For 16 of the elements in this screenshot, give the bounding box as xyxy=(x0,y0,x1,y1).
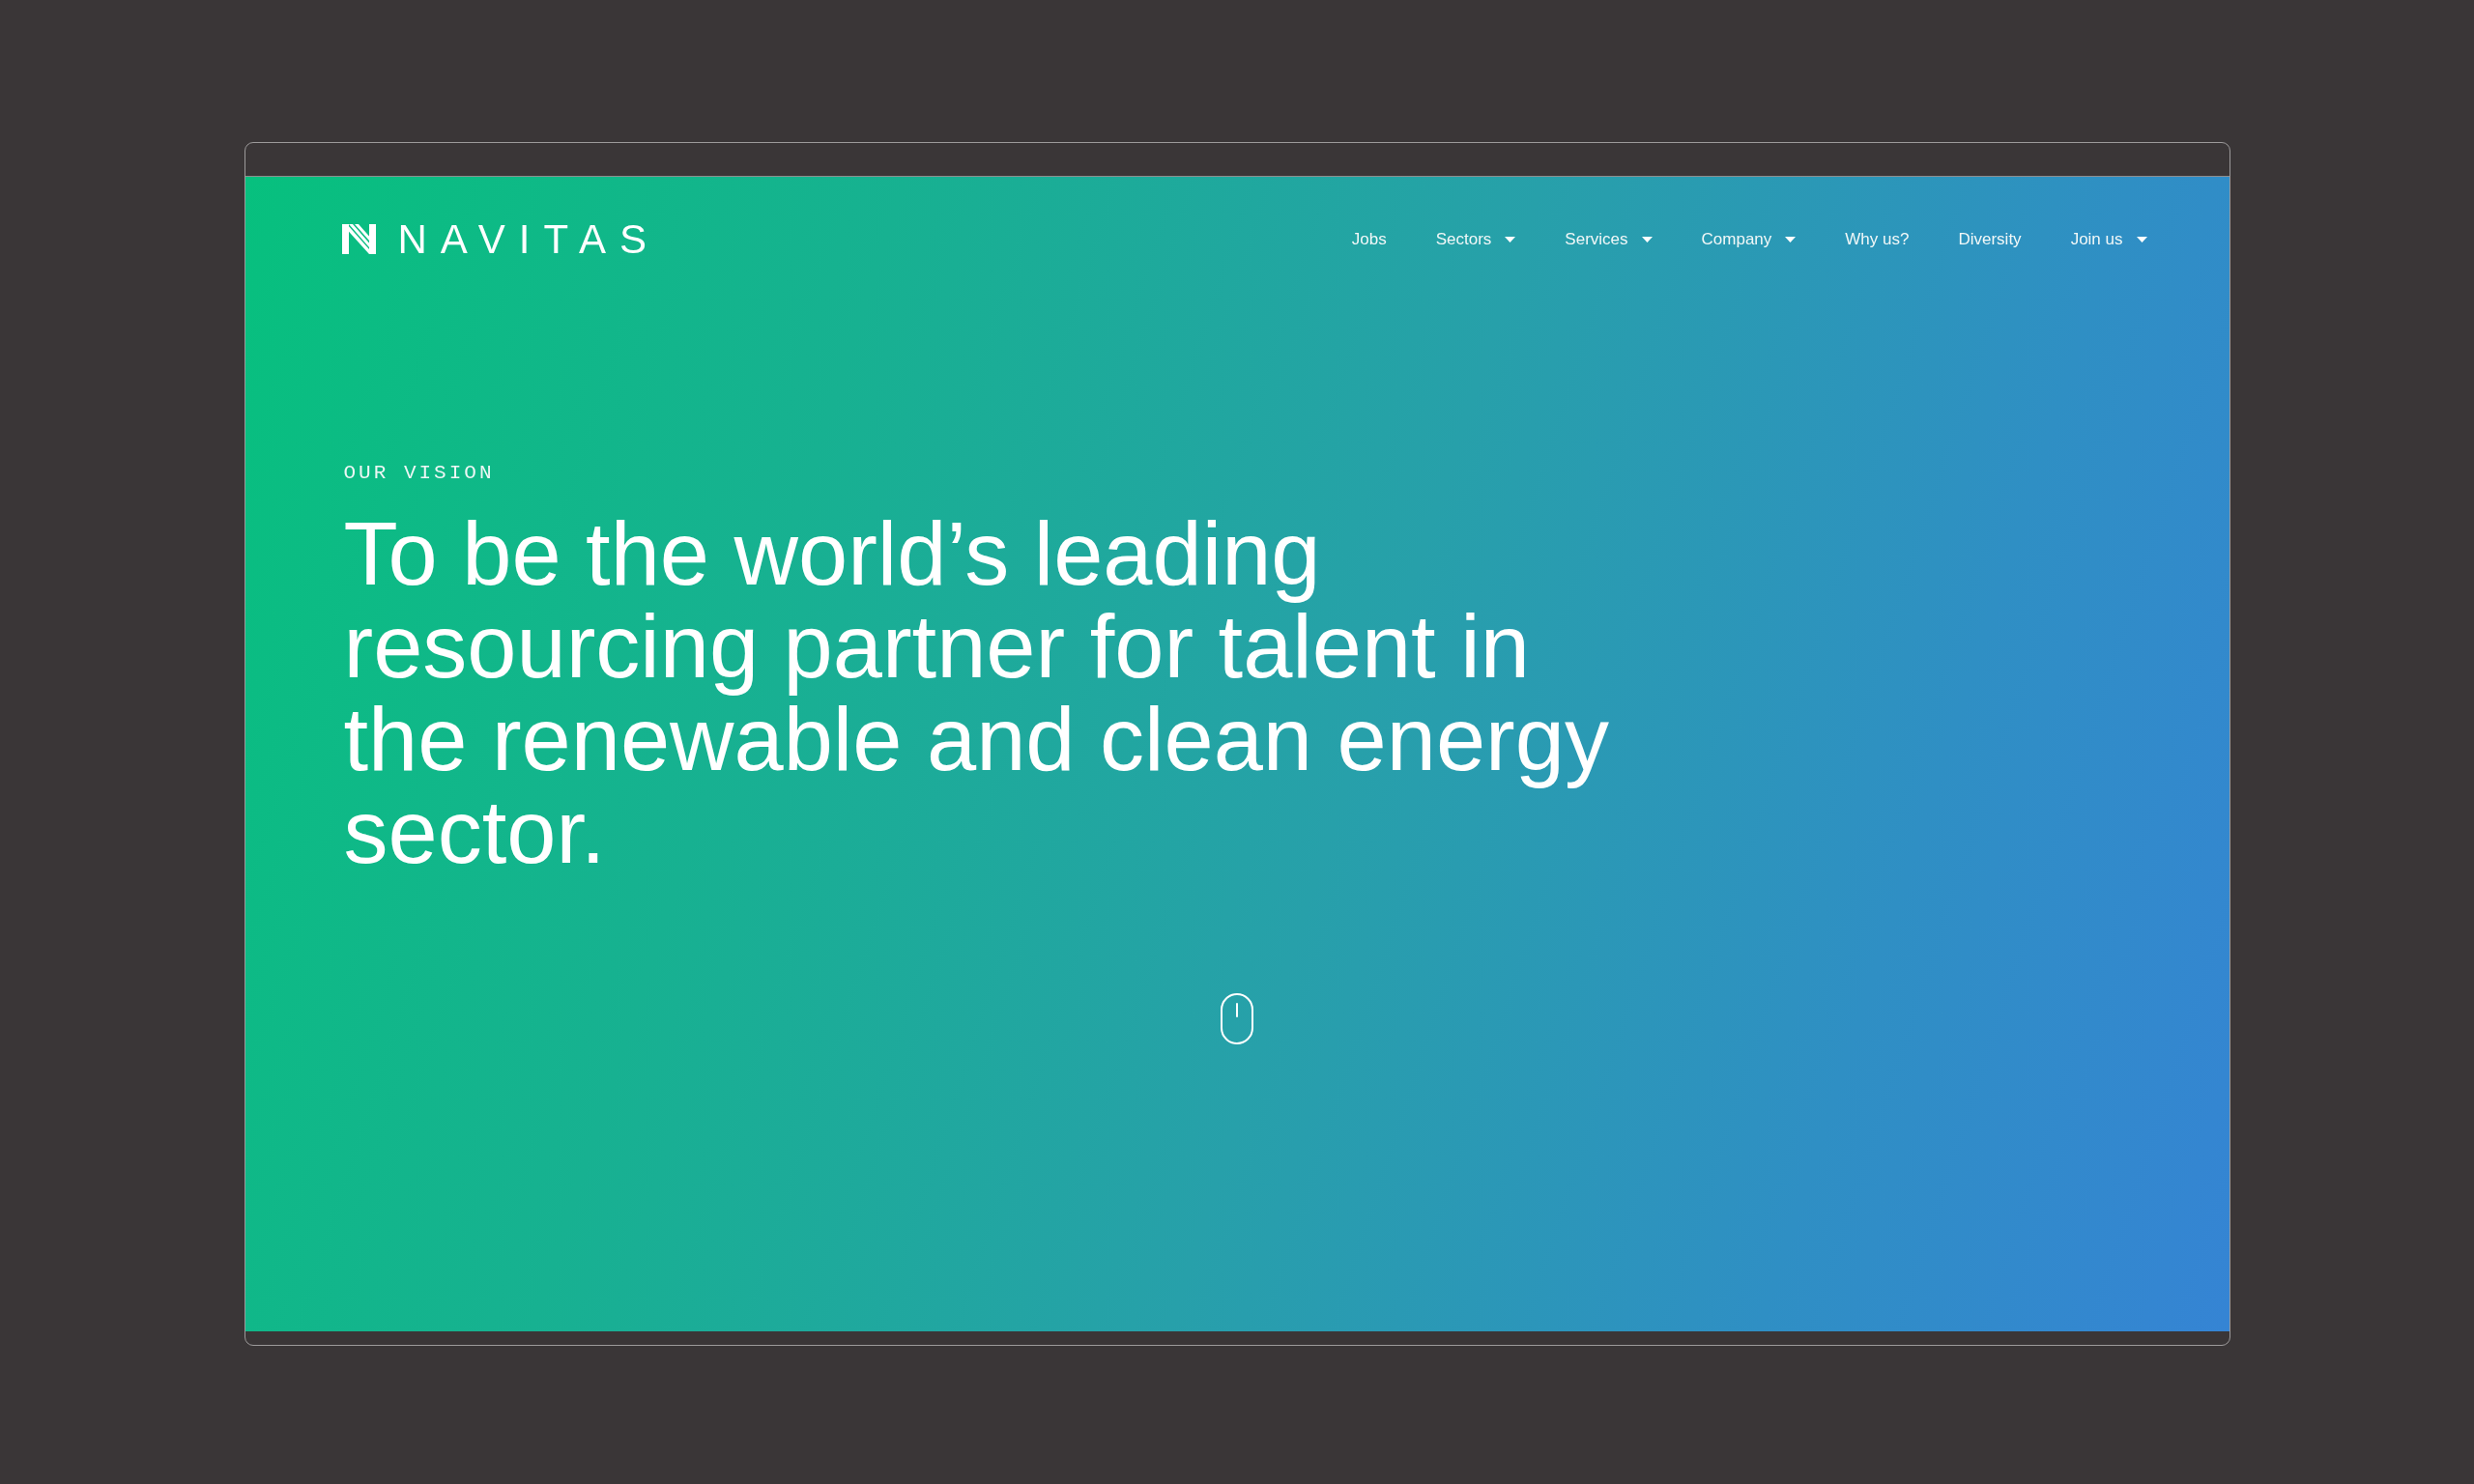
caret-icon xyxy=(1785,237,1797,243)
nav-link[interactable]: Jobs xyxy=(1351,228,1387,250)
nav-link[interactable]: Join us xyxy=(2070,228,2147,250)
caret-icon xyxy=(1641,237,1653,243)
eyebrow-label: OUR VISION xyxy=(343,462,495,485)
logo-icon xyxy=(341,224,376,254)
nav-link[interactable]: Sectors xyxy=(1435,228,1516,250)
mouse-icon xyxy=(1221,993,1253,1044)
caret-icon xyxy=(2136,237,2147,243)
nav-link[interactable]: Why us? xyxy=(1845,228,1910,250)
nav-link[interactable]: Diversity xyxy=(1958,228,2022,250)
caret-icon xyxy=(1505,237,1516,243)
nav-link[interactable]: Company xyxy=(1701,228,1797,250)
nav-link[interactable]: Services xyxy=(1565,228,1653,250)
hero-heading: To be the world’s leading resourcing partner for talent in the renewable and clean energy sector. xyxy=(343,507,1610,878)
logo-wordmark: NAVITAS xyxy=(397,218,660,260)
